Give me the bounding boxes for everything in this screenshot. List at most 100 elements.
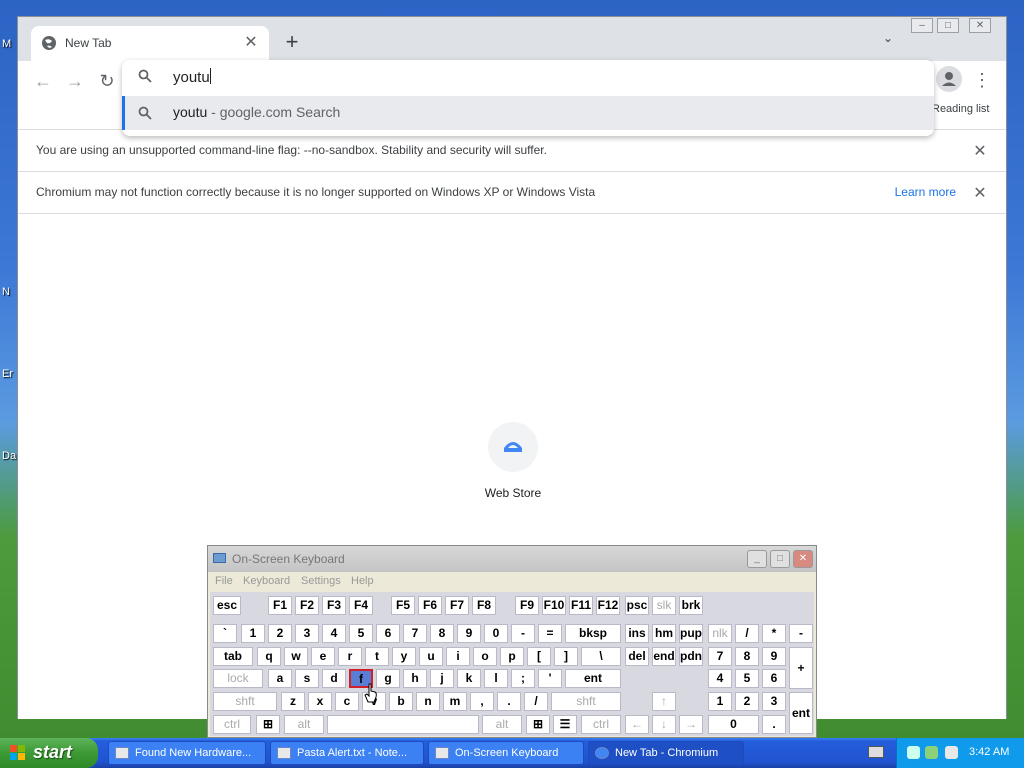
osk-key[interactable]: 7 [403, 624, 427, 643]
osk-key[interactable]: psc [625, 596, 649, 615]
osk-key[interactable]: 7 [708, 647, 732, 666]
desktop-icon-label[interactable]: M [2, 38, 11, 50]
osk-key[interactable]: 5 [349, 624, 373, 643]
osk-key[interactable]: F7 [445, 596, 469, 615]
osk-key[interactable]: ↑ [652, 692, 676, 711]
osk-key[interactable]: 2 [268, 624, 292, 643]
forward-button[interactable]: → [61, 67, 89, 95]
osk-key[interactable]: l [484, 669, 508, 688]
osk-key[interactable]: F5 [391, 596, 415, 615]
osk-key[interactable]: ⊞ [256, 715, 280, 734]
osk-key[interactable]: ] [554, 647, 578, 666]
osk-key[interactable]: / [735, 624, 759, 643]
osk-key[interactable]: tab [213, 647, 253, 666]
osk-key[interactable]: 1 [708, 692, 732, 711]
desktop-icon-label[interactable]: N [2, 286, 10, 298]
osk-key[interactable]: ; [511, 669, 535, 688]
chevron-down-icon[interactable]: ⌄ [878, 31, 898, 51]
keyboard-tray-icon[interactable] [868, 746, 884, 758]
osk-key[interactable]: bksp [565, 624, 621, 643]
osk-key[interactable]: brk [679, 596, 703, 615]
osk-key[interactable]: j [430, 669, 454, 688]
osk-key[interactable]: d [322, 669, 346, 688]
osk-key[interactable]: s [295, 669, 319, 688]
osk-key[interactable]: - [789, 624, 813, 643]
osk-key[interactable]: k [457, 669, 481, 688]
profile-avatar-button[interactable] [936, 66, 962, 92]
osk-key[interactable]: 9 [457, 624, 481, 643]
osk-key[interactable]: 3 [762, 692, 786, 711]
osk-key[interactable]: F9 [515, 596, 539, 615]
osk-key[interactable]: q [257, 647, 281, 666]
osk-key[interactable]: = [538, 624, 562, 643]
osk-key[interactable]: shft [213, 692, 277, 711]
suggestion-row[interactable]: youtu - google.com Search [122, 96, 934, 130]
close-button[interactable]: ✕ [793, 550, 813, 568]
start-button[interactable]: start [0, 738, 98, 768]
osk-key[interactable]: ent [789, 692, 813, 734]
close-icon[interactable]: ✕ [972, 141, 988, 161]
osk-key[interactable]: 0 [484, 624, 508, 643]
close-icon[interactable]: ✕ [972, 183, 988, 203]
maximize-button[interactable]: □ [937, 18, 959, 33]
osk-key[interactable]: ☰ [553, 715, 577, 734]
osk-key[interactable]: 8 [735, 647, 759, 666]
reading-list-button[interactable]: Reading list [932, 103, 989, 115]
osk-key[interactable]: y [392, 647, 416, 666]
osk-key[interactable]: 9 [762, 647, 786, 666]
osk-key[interactable]: shft [551, 692, 621, 711]
osk-key[interactable]: . [762, 715, 786, 734]
osk-key[interactable]: , [470, 692, 494, 711]
osk-key[interactable]: lock [213, 669, 263, 688]
osk-key[interactable]: F6 [418, 596, 442, 615]
osk-key[interactable]: end [652, 647, 676, 666]
osk-key[interactable]: / [524, 692, 548, 711]
menu-settings[interactable]: Settings [301, 575, 341, 587]
osk-key[interactable]: . [497, 692, 521, 711]
reload-button[interactable]: ↻ [93, 67, 121, 95]
osk-key[interactable]: 6 [762, 669, 786, 688]
osk-key[interactable]: * [762, 624, 786, 643]
maximize-button[interactable]: □ [770, 550, 790, 568]
osk-key[interactable]: esc [213, 596, 241, 615]
osk-key[interactable]: pdn [679, 647, 703, 666]
osk-key[interactable]: F8 [472, 596, 496, 615]
osk-key[interactable]: F3 [322, 596, 346, 615]
menu-file[interactable]: File [215, 575, 233, 587]
tab-new-tab[interactable]: New Tab ✕ [31, 26, 269, 61]
taskbar-item-notepad[interactable]: Pasta Alert.txt - Note... [270, 741, 424, 765]
osk-key[interactable]: + [789, 647, 813, 689]
omnibox-input[interactable]: youtu [173, 68, 211, 86]
osk-key[interactable]: 3 [295, 624, 319, 643]
osk-key[interactable]: ` [213, 624, 237, 643]
close-window-button[interactable]: ✕ [969, 18, 991, 33]
osk-key[interactable]: hm [652, 624, 676, 643]
desktop-icon-label[interactable]: Da [2, 450, 16, 462]
menu-button[interactable]: ⋮ [972, 67, 992, 93]
osk-key[interactable]: ctrl [581, 715, 621, 734]
osk-key[interactable]: g [376, 669, 400, 688]
osk-key[interactable]: F11 [569, 596, 593, 615]
close-tab-icon[interactable]: ✕ [241, 33, 261, 53]
osk-key[interactable]: n [416, 692, 440, 711]
osk-key[interactable]: ctrl [213, 715, 251, 734]
osk-key[interactable]: ent [565, 669, 621, 688]
new-tab-button[interactable]: + [280, 31, 304, 55]
learn-more-link[interactable]: Learn more [895, 185, 956, 199]
osk-key[interactable]: → [679, 715, 703, 734]
osk-key[interactable] [327, 715, 479, 734]
osk-key[interactable]: \ [581, 647, 621, 666]
osk-key[interactable]: F10 [542, 596, 566, 615]
osk-key[interactable]: r [338, 647, 362, 666]
back-button[interactable]: ← [29, 67, 57, 95]
osk-key[interactable]: 6 [376, 624, 400, 643]
osk-key[interactable]: 1 [241, 624, 265, 643]
osk-key[interactable]: w [284, 647, 308, 666]
osk-key[interactable]: t [365, 647, 389, 666]
taskbar-item-osk[interactable]: On-Screen Keyboard [428, 741, 584, 765]
osk-key[interactable]: alt [284, 715, 324, 734]
osk-key[interactable]: F4 [349, 596, 373, 615]
osk-key[interactable]: 4 [708, 669, 732, 688]
osk-key[interactable]: nlk [708, 624, 732, 643]
osk-key[interactable]: del [625, 647, 649, 666]
